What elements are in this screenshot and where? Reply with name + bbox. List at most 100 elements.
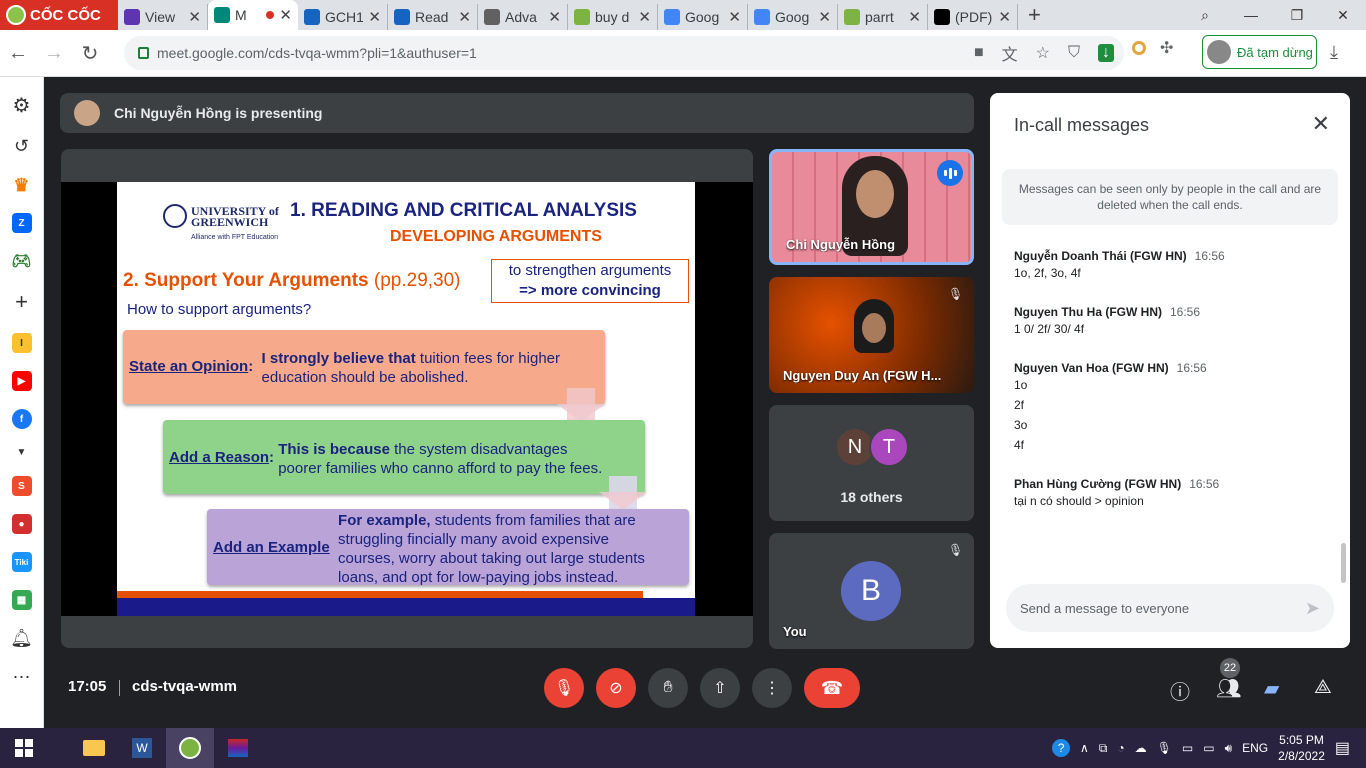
- tab-search-icon[interactable]: ⌕: [1182, 7, 1228, 24]
- browser-tab[interactable]: GCH1 ✕: [298, 4, 388, 30]
- raise-hand-button[interactable]: ✋︎: [648, 668, 688, 708]
- browser-tab[interactable]: View ✕: [118, 4, 208, 30]
- facebook-icon[interactable]: f: [11, 409, 32, 429]
- participant-tile-second[interactable]: 🎙︎ Nguyen Duy An (FGW H...: [769, 277, 974, 393]
- participant-tile-presenter[interactable]: Chi Nguyễn Hồng: [769, 149, 974, 265]
- shield-icon[interactable]: ⛉: [1068, 44, 1080, 62]
- camera-toggle-button[interactable]: ⊘: [596, 668, 636, 708]
- close-tab-icon[interactable]: ✕: [279, 6, 292, 24]
- heading-text: 2. Support Your Arguments: [123, 270, 369, 291]
- browser-tab[interactable]: buy d ✕: [568, 4, 658, 30]
- wifi-icon[interactable]: ◔: [1117, 741, 1124, 755]
- address-bar[interactable]: meet.google.com/cds-tvqa-wmm?pli=1&authu…: [124, 36, 1124, 70]
- self-tile[interactable]: B 🎙︎ You: [769, 533, 974, 649]
- info-icon[interactable]: ⓘ: [1170, 676, 1190, 705]
- browser-tab[interactable]: Goog ✕: [748, 4, 838, 30]
- word-icon[interactable]: W: [118, 728, 166, 768]
- youtube-icon[interactable]: ▶: [11, 371, 32, 391]
- network-icon[interactable]: ☁︎: [1135, 741, 1147, 755]
- coccoc-logo[interactable]: CỐC CỐC: [0, 0, 118, 30]
- present-screen-button[interactable]: ⇧: [700, 668, 740, 708]
- lazada-icon[interactable]: ●: [11, 514, 32, 534]
- slide: UNIVERSITY of GREENWICH Alliance with FP…: [117, 182, 695, 616]
- chrome-extension-icon[interactable]: [1132, 41, 1146, 55]
- reason-label: Add a Reason: [169, 449, 270, 466]
- gamepad-icon[interactable]: 🎮︎: [11, 251, 31, 271]
- scrollbar[interactable]: [1341, 543, 1346, 583]
- browser-tab[interactable]: Goog ✕: [658, 4, 748, 30]
- activities-icon[interactable]: ⟁: [1314, 676, 1332, 699]
- notification-center-icon[interactable]: ▤: [1335, 738, 1350, 758]
- close-tab-icon[interactable]: ✕: [998, 8, 1011, 26]
- browser-tab[interactable]: Read ✕: [388, 4, 478, 30]
- history-icon[interactable]: ↺: [14, 136, 29, 157]
- tab-title: parrt: [865, 9, 894, 25]
- language-indicator[interactable]: ENG: [1242, 741, 1268, 755]
- close-tab-icon[interactable]: ✕: [818, 8, 831, 26]
- battery-icon[interactable]: ▭: [1203, 741, 1214, 755]
- help-icon[interactable]: ?: [1052, 739, 1071, 757]
- close-tab-icon[interactable]: ✕: [548, 8, 561, 26]
- new-tab-button[interactable]: +: [1018, 2, 1051, 28]
- camera-icon[interactable]: ■: [974, 44, 984, 62]
- browser-tab[interactable]: Adva ✕: [478, 4, 568, 30]
- people-icon[interactable]: 👥︎: [1216, 676, 1241, 701]
- others-label: 18 others: [840, 489, 903, 505]
- close-tab-icon[interactable]: ✕: [638, 8, 651, 26]
- tiki-icon[interactable]: Tiki: [11, 552, 32, 572]
- clock-time: 5:05 PM: [1279, 733, 1324, 747]
- sheet-icon[interactable]: ▦: [11, 590, 32, 610]
- send-icon[interactable]: ➤: [1305, 598, 1320, 619]
- winrar-icon[interactable]: [214, 728, 262, 768]
- close-window-button[interactable]: ✕: [1320, 7, 1366, 24]
- meet-now-icon[interactable]: ⧉: [1099, 741, 1108, 756]
- translate-icon[interactable]: 文: [1002, 41, 1018, 65]
- add-sidebar-icon[interactable]: +: [15, 289, 28, 315]
- chat-icon[interactable]: ▰: [1264, 676, 1279, 701]
- profile-button[interactable]: Đã tạm dừng: [1202, 35, 1317, 69]
- volume-icon[interactable]: 🔊︎: [1225, 741, 1233, 756]
- crown-icon[interactable]: ♛: [12, 175, 32, 195]
- forward-button[interactable]: →: [36, 42, 72, 65]
- shopee-icon[interactable]: S: [11, 476, 32, 496]
- reload-button[interactable]: ↻: [72, 41, 108, 66]
- close-tab-icon[interactable]: ✕: [368, 8, 381, 26]
- extensions-puzzle-icon[interactable]: ✣: [1160, 38, 1173, 58]
- taskbar-clock[interactable]: 5:05 PM 2/8/2022: [1278, 732, 1325, 764]
- close-tab-icon[interactable]: ✕: [458, 8, 471, 26]
- browser-tab[interactable]: parrt ✕: [838, 4, 928, 30]
- back-button[interactable]: ←: [0, 42, 36, 65]
- restore-button[interactable]: ❐: [1274, 7, 1320, 24]
- more-options-button[interactable]: ⋮: [752, 668, 792, 708]
- close-tab-icon[interactable]: ✕: [188, 8, 201, 26]
- notes-icon[interactable]: I: [11, 333, 32, 353]
- start-button[interactable]: [0, 728, 48, 768]
- display-icon[interactable]: ▭: [1182, 741, 1193, 755]
- settings-icon[interactable]: ⚙: [13, 93, 31, 118]
- browser-sidebar: ⚙ ↺ ♛ Z 🎮︎ + I ▶ f ▼ S ● Tiki ▦ 🔔︎ ⋯: [0, 77, 44, 728]
- minimize-button[interactable]: —: [1228, 7, 1274, 23]
- downloads-icon[interactable]: ⤓: [1330, 42, 1338, 63]
- close-icon[interactable]: ✕: [1312, 111, 1330, 137]
- close-tab-icon[interactable]: ✕: [728, 8, 741, 26]
- self-avatar: B: [841, 561, 901, 621]
- mic-toggle-button[interactable]: 🎙︎: [544, 668, 584, 708]
- zalo-icon[interactable]: Z: [11, 213, 32, 233]
- chevron-up-icon[interactable]: ∧: [1080, 741, 1089, 755]
- coccoc-taskbar-icon[interactable]: [166, 728, 214, 768]
- browser-tab[interactable]: M ✕: [208, 0, 298, 30]
- browser-tab[interactable]: (PDF) ✕: [928, 4, 1018, 30]
- leave-call-button[interactable]: ☎︎: [804, 668, 860, 708]
- more-icon[interactable]: ⋯: [13, 667, 31, 688]
- message-sender: Nguyễn Doanh Thái (FGW HN) 16:56: [1014, 249, 1225, 263]
- others-tile[interactable]: N T 18 others: [769, 405, 974, 521]
- download-extension-icon[interactable]: ↓: [1098, 44, 1114, 62]
- file-explorer-icon[interactable]: [70, 728, 118, 768]
- message-input[interactable]: Send a message to everyone ➤: [1006, 584, 1334, 632]
- meeting-code: cds-tvqa-wmm: [132, 678, 238, 695]
- chevron-down-icon[interactable]: ▼: [17, 447, 27, 458]
- notification-bell-icon[interactable]: 🔔︎: [10, 628, 33, 649]
- bookmark-star-icon[interactable]: ☆: [1036, 43, 1050, 63]
- close-tab-icon[interactable]: ✕: [908, 8, 921, 26]
- microphone-icon[interactable]: 🎙︎: [1157, 741, 1172, 755]
